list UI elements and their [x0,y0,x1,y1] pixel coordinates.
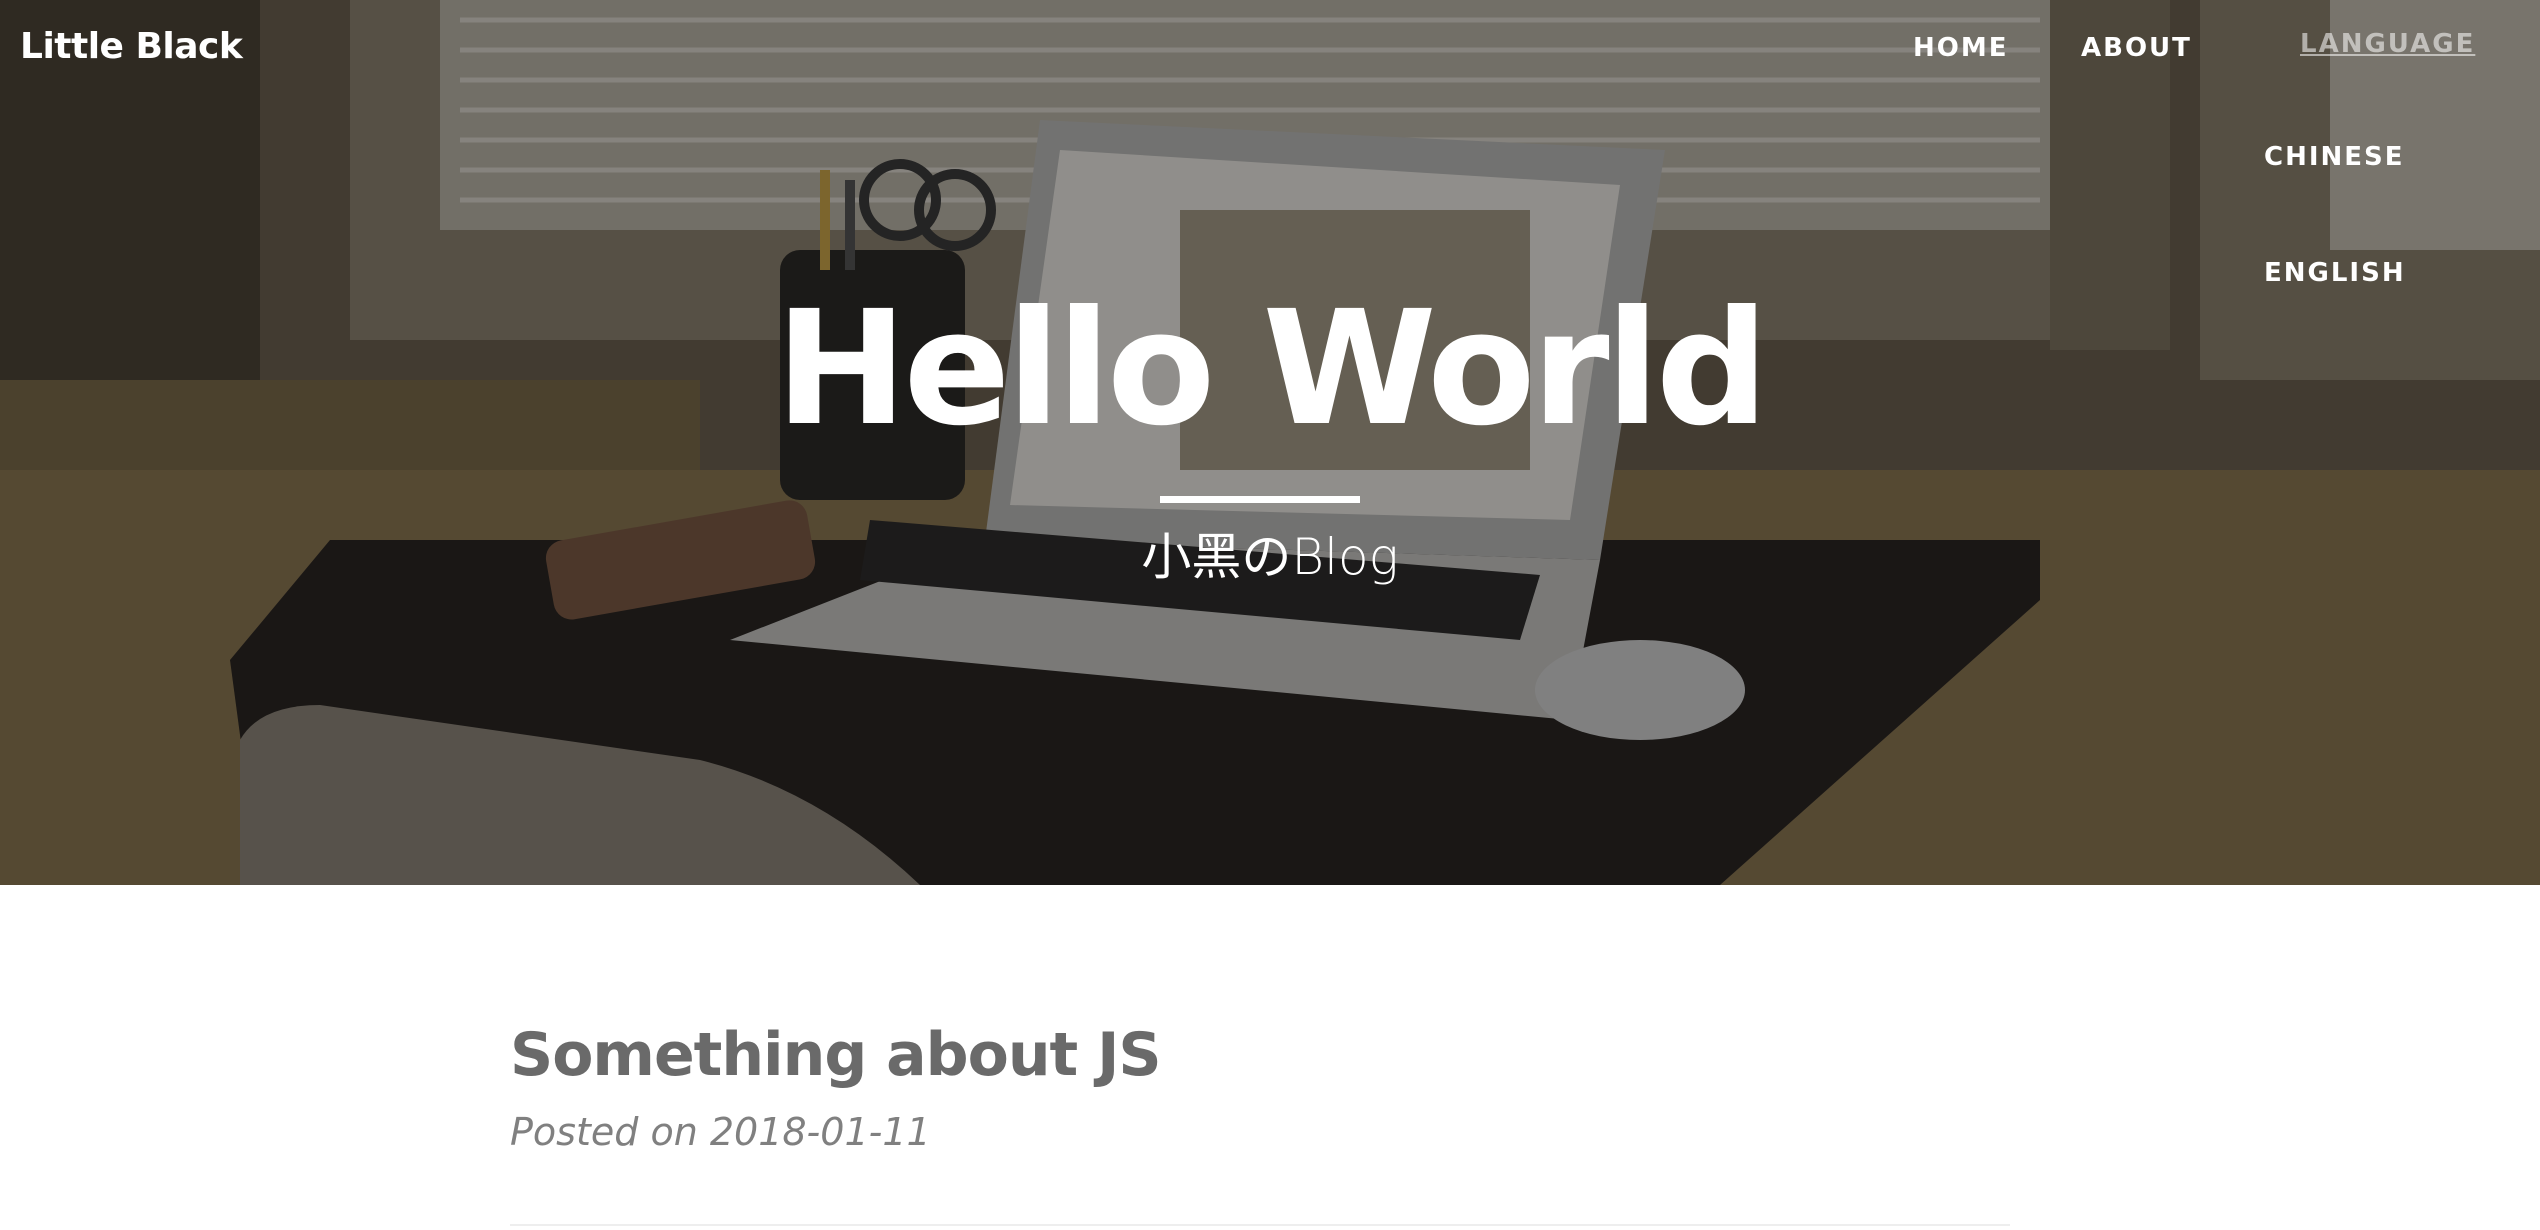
post-meta: Posted on 2018-01-11 [510,1110,931,1154]
nav-home-link[interactable]: HOME [1913,33,2009,63]
post-title-link[interactable]: Something about JS [510,1022,1162,1088]
hero-title: Hello World [775,277,1769,461]
nav-about-link[interactable]: ABOUT [2081,33,2192,63]
brand-logo-link[interactable]: Little Black [20,26,243,67]
language-option-english[interactable]: ENGLISH [2264,258,2406,288]
nav-language-dropdown[interactable]: LANGUAGE [2300,29,2475,59]
hero-divider [1160,496,1360,503]
language-option-chinese[interactable]: CHINESE [2264,142,2405,172]
page: Little Black HOME ABOUT LANGUAGE CHINESE… [0,0,2540,1230]
hero-header: Little Black HOME ABOUT LANGUAGE CHINESE… [0,0,2540,885]
post-divider [510,1224,2010,1226]
hero-subtitle: 小黑のBlog [1141,528,1399,586]
